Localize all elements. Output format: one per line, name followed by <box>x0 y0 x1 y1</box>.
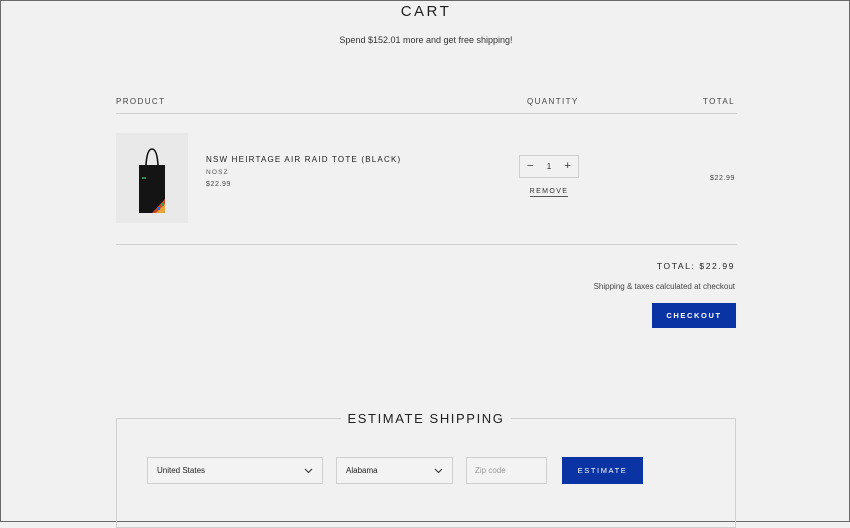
estimate-shipping-title: ESTIMATE SHIPPING <box>341 411 511 426</box>
page-title: CART <box>400 3 452 20</box>
quantity-value[interactable]: 1 <box>547 162 551 171</box>
header-product: PRODUCT <box>116 97 166 106</box>
header-total: TOTAL <box>702 97 735 106</box>
header-divider <box>116 113 737 114</box>
header-quantity: QUANTITY <box>527 97 579 106</box>
chevron-down-icon <box>434 468 443 473</box>
checkout-button[interactable]: CHECKOUT <box>652 303 736 328</box>
remove-link[interactable]: REMOVE <box>519 188 579 197</box>
country-select[interactable]: United States <box>147 457 323 484</box>
cart-total: TOTAL: $22.99 <box>656 261 735 271</box>
province-select[interactable]: Alabama <box>336 457 453 484</box>
remove-label[interactable]: REMOVE <box>529 188 569 197</box>
chevron-down-icon <box>304 468 313 473</box>
product-vendor: NOSZ <box>206 169 229 176</box>
quantity-stepper[interactable]: − 1 + <box>519 155 579 178</box>
tax-note: Shipping & taxes calculated at checkout <box>593 282 735 291</box>
zip-code-input[interactable] <box>466 457 547 484</box>
line-total: $22.99 <box>709 175 735 182</box>
plus-icon[interactable]: + <box>565 161 571 172</box>
product-price: $22.99 <box>206 181 232 188</box>
product-image[interactable] <box>116 133 188 223</box>
product-name[interactable]: NSW HEIRTAGE AIR RAID TOTE (BLACK) <box>206 155 401 164</box>
tote-bag-image <box>139 148 165 213</box>
free-shipping-message: Spend $152.01 more and get free shipping… <box>339 35 513 45</box>
estimate-button[interactable]: ESTIMATE <box>562 457 643 484</box>
country-value: United States <box>157 466 206 475</box>
item-divider <box>116 244 737 245</box>
minus-icon[interactable]: − <box>527 161 533 172</box>
province-value: Alabama <box>346 466 378 475</box>
